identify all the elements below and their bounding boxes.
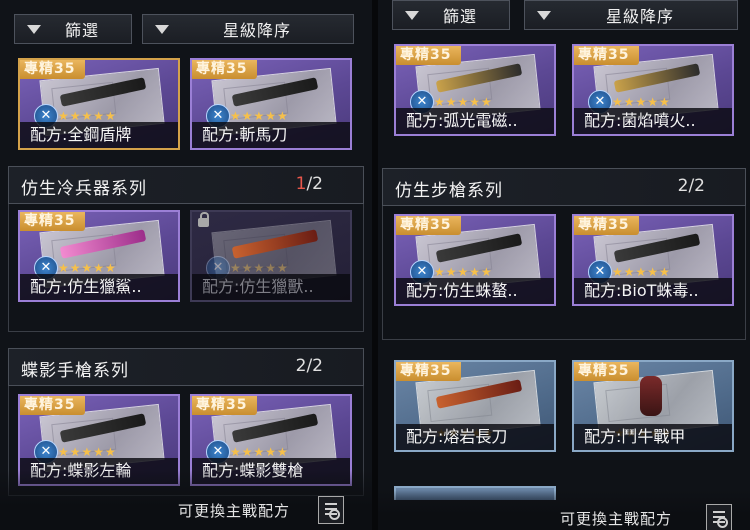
recipe-card[interactable]: 專精35 ✕ ★★★★★ 配方:斬馬刀	[190, 58, 352, 150]
mastery-badge: 專精35	[396, 362, 461, 381]
recipe-name: 配方:BioT蛛毒..	[574, 278, 732, 304]
recipe-card[interactable]: 專精35 ✕ ★★★★★ 配方:仿生獵鯊..	[18, 210, 180, 302]
recipe-name: 配方:仿生蛛螯..	[396, 278, 554, 304]
recipe-name: 配方:弧光電磁..	[396, 108, 554, 134]
recipe-card[interactable]: 專精35 ✕ ★★★★★ 配方:BioT蛛毒..	[572, 214, 734, 306]
series-count: 2/2	[295, 356, 323, 376]
star-rating: ★★★★★	[434, 95, 493, 109]
mastery-badge: 專精35	[20, 60, 85, 79]
sort-dropdown[interactable]: 星級降序	[142, 14, 354, 44]
recipe-card[interactable]: 專精35 ✕ ★★★★★ 配方:全鋼盾牌	[18, 58, 180, 150]
star-rating: ★★★★★	[230, 109, 289, 123]
recipe-name: 配方:鬥牛戰甲	[574, 424, 732, 450]
mastery-badge: 專精35	[20, 396, 85, 415]
series-header[interactable]: 仿生冷兵器系列 1/2	[8, 166, 364, 204]
left-panel: 篩選 星級降序 專精35 ✕ ★★★★★ 配方:全鋼盾牌 專精35 ✕ ★★★★…	[0, 0, 372, 530]
mastery-badge: 專精35	[574, 362, 639, 381]
filter-dropdown[interactable]: 篩選	[14, 14, 132, 44]
sort-label: 星級降序	[222, 21, 291, 40]
lock-icon	[198, 212, 209, 227]
recipe-list-icon[interactable]	[706, 504, 732, 530]
series-header[interactable]: 蝶影手槍系列 2/2	[8, 348, 364, 386]
mastery-badge: 專精35	[20, 212, 85, 231]
sort-label: 星級降序	[605, 7, 674, 26]
sort-triangle-icon	[537, 10, 551, 20]
star-rating: ★★★★★	[612, 265, 671, 279]
series-header[interactable]: 仿生步槍系列 2/2	[382, 168, 746, 206]
star-rating: ★★★★★	[230, 261, 289, 275]
mastery-badge: 專精35	[574, 216, 639, 235]
recipe-card[interactable]: 專精35 ✕ ★★★★★ 配方:弧光電磁..	[394, 44, 556, 136]
recipe-card[interactable]: 專精35 ✕ ★★★★★ 配方:仿生蛛螯..	[394, 214, 556, 306]
mastery-badge: 專精35	[192, 60, 257, 79]
series-title: 仿生步槍系列	[395, 181, 503, 201]
star-rating: ★★★★★	[434, 265, 493, 279]
mastery-badge: 專精35	[396, 216, 461, 235]
weapon-image	[640, 376, 662, 416]
filter-label: 篩選	[442, 7, 477, 26]
recipe-name: 配方:斬馬刀	[192, 122, 350, 148]
recipe-card-locked[interactable]: ✕ ★★★★★ 配方:仿生獵獸..	[190, 210, 352, 302]
star-rating: ★★★★★	[612, 95, 671, 109]
star-rating: ★★★★★	[58, 261, 117, 275]
mastery-badge: 專精35	[192, 396, 257, 415]
mastery-badge: 專精35	[396, 46, 461, 65]
sort-dropdown[interactable]: 星級降序	[524, 0, 738, 30]
recipe-name: 配方:熔岩長刀	[396, 424, 554, 450]
filter-label: 篩選	[64, 21, 99, 40]
mastery-badge: 專精35	[574, 46, 639, 65]
change-recipe-label: 可更換主戰配方	[560, 510, 673, 528]
star-rating: ★★★★★	[230, 445, 289, 459]
recipe-name: 配方:仿生獵獸..	[192, 274, 350, 300]
series-count: 2/2	[677, 176, 705, 196]
filter-triangle-icon	[405, 10, 419, 20]
sort-triangle-icon	[155, 24, 169, 34]
filter-dropdown[interactable]: 篩選	[392, 0, 510, 30]
star-rating: ★★★★★	[58, 109, 117, 123]
recipe-name: 配方:全鋼盾牌	[20, 122, 178, 148]
change-recipe-label: 可更換主戰配方	[178, 502, 291, 520]
series-count: 1/2	[295, 174, 323, 194]
series-title: 仿生冷兵器系列	[21, 179, 147, 199]
recipe-list-icon[interactable]	[318, 496, 344, 524]
recipe-card[interactable]: 專精35 ★★★★★ 配方:熔岩長刀	[394, 360, 556, 452]
star-rating: ★★★★★	[58, 445, 117, 459]
recipe-name: 配方:仿生獵鯊..	[20, 274, 178, 300]
recipe-card[interactable]: 專精35 ✕ ★★★★★ 配方:菌焰噴火..	[572, 44, 734, 136]
series-title: 蝶影手槍系列	[21, 361, 129, 381]
filter-triangle-icon	[27, 24, 41, 34]
recipe-name: 配方:菌焰噴火..	[574, 108, 732, 134]
recipe-card[interactable]: 專精35 ★★★★★ 配方:鬥牛戰甲	[572, 360, 734, 452]
right-panel: 篩選 星級降序 專精35 ✕ ★★★★★ 配方:弧光電磁.. 專精35 ✕ ★★…	[378, 0, 750, 530]
